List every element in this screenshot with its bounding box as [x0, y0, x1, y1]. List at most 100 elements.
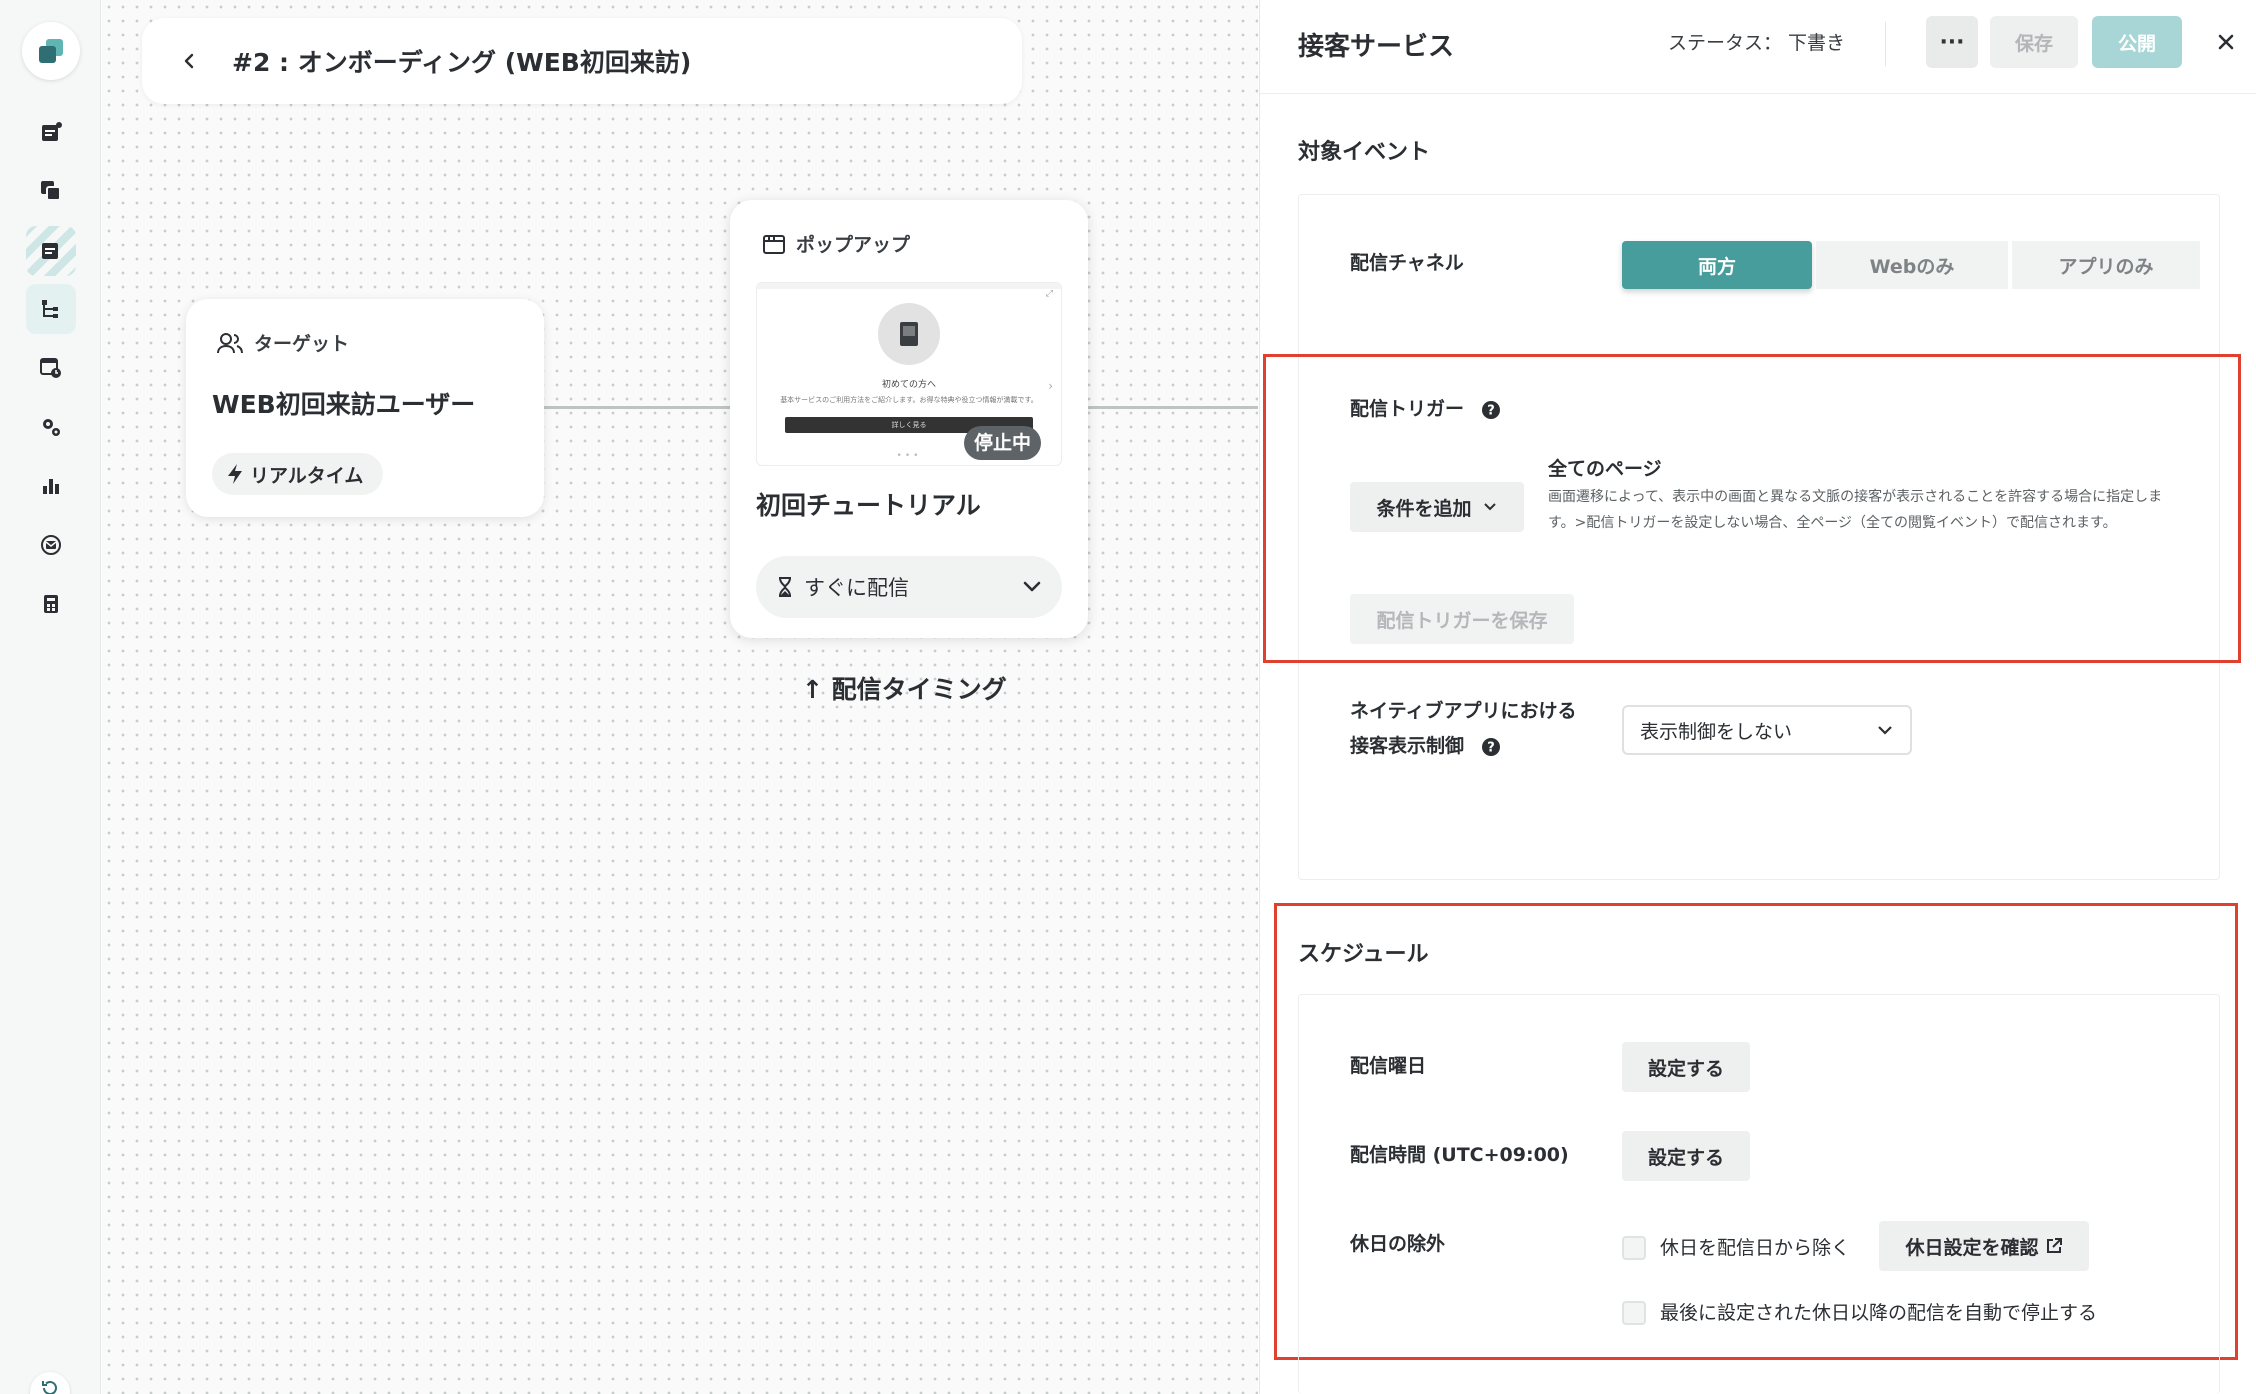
- target-node[interactable]: ターゲット WEB初回来訪ユーザー リアルタイム: [186, 299, 544, 517]
- target-node-header-label: ターゲット: [254, 333, 350, 355]
- schedule-box: [1298, 994, 2220, 1394]
- preview-device-icon: [900, 322, 918, 346]
- chevron-down-icon: [1023, 581, 1041, 592]
- history-button[interactable]: [30, 1372, 70, 1394]
- close-button[interactable]: [2208, 24, 2244, 60]
- window-icon: [763, 234, 785, 254]
- exclude-holidays-label: 休日を配信日から除く: [1660, 1237, 1851, 1259]
- weekday-set-button[interactable]: 設定する: [1622, 1042, 1750, 1092]
- native-display-select[interactable]: 表示制御をしない: [1622, 705, 1912, 755]
- users-icon: [217, 332, 243, 353]
- add-condition-button[interactable]: 条件を追加: [1350, 482, 1524, 532]
- help-icon[interactable]: ?: [1481, 400, 1501, 420]
- popup-node-header-label: ポップアップ: [796, 234, 911, 256]
- document-icon: [42, 122, 62, 141]
- app-logo[interactable]: [22, 22, 80, 80]
- popup-node-header: ポップアップ: [762, 230, 910, 257]
- auto-stop-checkbox[interactable]: [1622, 1301, 1646, 1325]
- rail-item-calculator[interactable]: [26, 579, 76, 629]
- header-divider: [1885, 22, 1886, 66]
- gears-icon: [43, 419, 60, 436]
- calculator-icon: [44, 595, 58, 613]
- status-badge: 停止中: [964, 426, 1042, 460]
- layers-icon: [41, 181, 61, 201]
- channel-option-web[interactable]: Webのみ: [1816, 241, 2008, 289]
- external-link-icon: [2046, 1238, 2062, 1253]
- timing-annotation: ↑ 配信タイミング: [802, 675, 1007, 704]
- history-icon: [42, 1380, 57, 1394]
- connector-line: [1088, 406, 1258, 409]
- target-event-title: 対象イベント: [1298, 140, 1431, 165]
- rail-item-analytics[interactable]: [26, 461, 76, 511]
- schedule-title: スケジュール: [1298, 942, 1429, 967]
- publish-button[interactable]: 公開: [2092, 16, 2182, 68]
- rail-item-settings[interactable]: [26, 402, 76, 452]
- channel-option-both[interactable]: 両方: [1622, 241, 1812, 289]
- preview-body: 基本サービスのご利用方法をご紹介します。お得な特典や役立つ情報が満載です。: [780, 396, 1038, 404]
- save-trigger-button[interactable]: 配信トリガーを保存: [1350, 594, 1574, 644]
- native-label-line1: ネイティブアプリにおける: [1350, 700, 1577, 722]
- realtime-badge: リアルタイム: [212, 453, 384, 495]
- preview-heading: 初めての方へ: [881, 380, 936, 390]
- hourglass-icon: [779, 577, 791, 597]
- save-button[interactable]: 保存: [1990, 16, 2078, 68]
- time-label: 配信時間 (UTC+09:00): [1350, 1144, 1569, 1166]
- close-icon: [2218, 34, 2234, 50]
- trigger-description: 画面遷移によって、表示中の画面と異なる文脈の接客が表示されることを許容する場合に…: [1548, 489, 2163, 531]
- rail-item-schedules[interactable]: [26, 343, 76, 393]
- flow-header: #2 : オンボーディング (WEB初回来訪): [142, 18, 1022, 104]
- holiday-settings-button[interactable]: 休日設定を確認: [1879, 1221, 2089, 1271]
- channel-label: 配信チャネル: [1350, 252, 1464, 274]
- target-node-header: ターゲット: [216, 329, 349, 356]
- calendar-clock-icon: [40, 358, 61, 378]
- weekday-label: 配信曜日: [1350, 1055, 1427, 1077]
- rail-item-templates[interactable]: [26, 166, 76, 216]
- svg-text:?: ?: [1487, 740, 1495, 755]
- rail-item-reports[interactable]: [26, 226, 76, 276]
- preview-next-icon: ›: [1048, 379, 1053, 393]
- channel-option-app[interactable]: アプリのみ: [2012, 241, 2200, 289]
- svg-text:?: ?: [1487, 403, 1495, 418]
- rail-item-flows[interactable]: [26, 284, 76, 334]
- chevron-left-icon: [184, 53, 194, 69]
- panel-header: 接客サービス ステータス： 下書き ··· 保存 公開: [1260, 0, 2256, 94]
- time-set-button[interactable]: 設定する: [1622, 1131, 1750, 1181]
- auto-stop-label: 最後に設定された休日以降の配信を自動で停止する: [1660, 1302, 2098, 1324]
- realtime-badge-label: リアルタイム: [250, 464, 364, 487]
- mail-circle-icon: [41, 535, 61, 555]
- left-rail: [0, 0, 101, 1394]
- document-icon: [42, 243, 58, 259]
- status-text: ステータス： 下書き: [1668, 32, 1846, 54]
- connector-line: [544, 406, 730, 409]
- trigger-label: 配信トリガー ?: [1350, 392, 1501, 426]
- more-button[interactable]: ···: [1926, 16, 1978, 68]
- flow-tree-icon: [42, 300, 58, 318]
- timing-value: すぐに配信: [804, 576, 909, 600]
- help-icon: ?: [1481, 737, 1500, 756]
- settings-panel: 接客サービス ステータス： 下書き ··· 保存 公開 対象イベント 配信チャネ…: [1259, 0, 2256, 1394]
- native-display-value: 表示制御をしない: [1640, 720, 1793, 743]
- timing-dropdown[interactable]: すぐに配信: [756, 556, 1062, 618]
- popup-node[interactable]: ポップアップ ⤢ 初めての方へ 基本サービスのご利用方法をご紹介します。お得な特…: [730, 200, 1088, 638]
- flow-canvas[interactable]: #2 : オンボーディング (WEB初回来訪) ターゲット WEB初回来訪ユーザ…: [102, 0, 1258, 1394]
- exclude-holidays-checkbox[interactable]: [1622, 1236, 1646, 1260]
- rail-item-messages[interactable]: [26, 520, 76, 570]
- trigger-label-text: 配信トリガー: [1350, 398, 1465, 420]
- preview-expand-icon: ⤢: [1045, 289, 1053, 299]
- add-condition-label: 条件を追加: [1376, 497, 1472, 520]
- trigger-title: 全てのページ: [1548, 458, 1662, 480]
- lightning-icon: [228, 464, 242, 484]
- native-label: 接客表示制御 ?: [1350, 729, 1501, 763]
- rail-item-campaigns[interactable]: [26, 108, 76, 158]
- native-label-line2: 接客表示制御: [1350, 735, 1465, 757]
- help-icon[interactable]: ?: [1481, 737, 1501, 757]
- preview-top-bar: [757, 283, 1061, 289]
- holiday-label: 休日の除外: [1350, 1233, 1446, 1255]
- popup-node-title: 初回チュートリアル: [756, 491, 981, 520]
- help-icon: ?: [1481, 400, 1500, 419]
- back-button[interactable]: [176, 47, 204, 75]
- chevron-down-icon: [1878, 726, 1892, 735]
- panel-title: 接客サービス: [1298, 32, 1455, 62]
- holiday-settings-label: 休日設定を確認: [1905, 1236, 2039, 1259]
- flow-title: #2 : オンボーディング (WEB初回来訪): [232, 48, 692, 77]
